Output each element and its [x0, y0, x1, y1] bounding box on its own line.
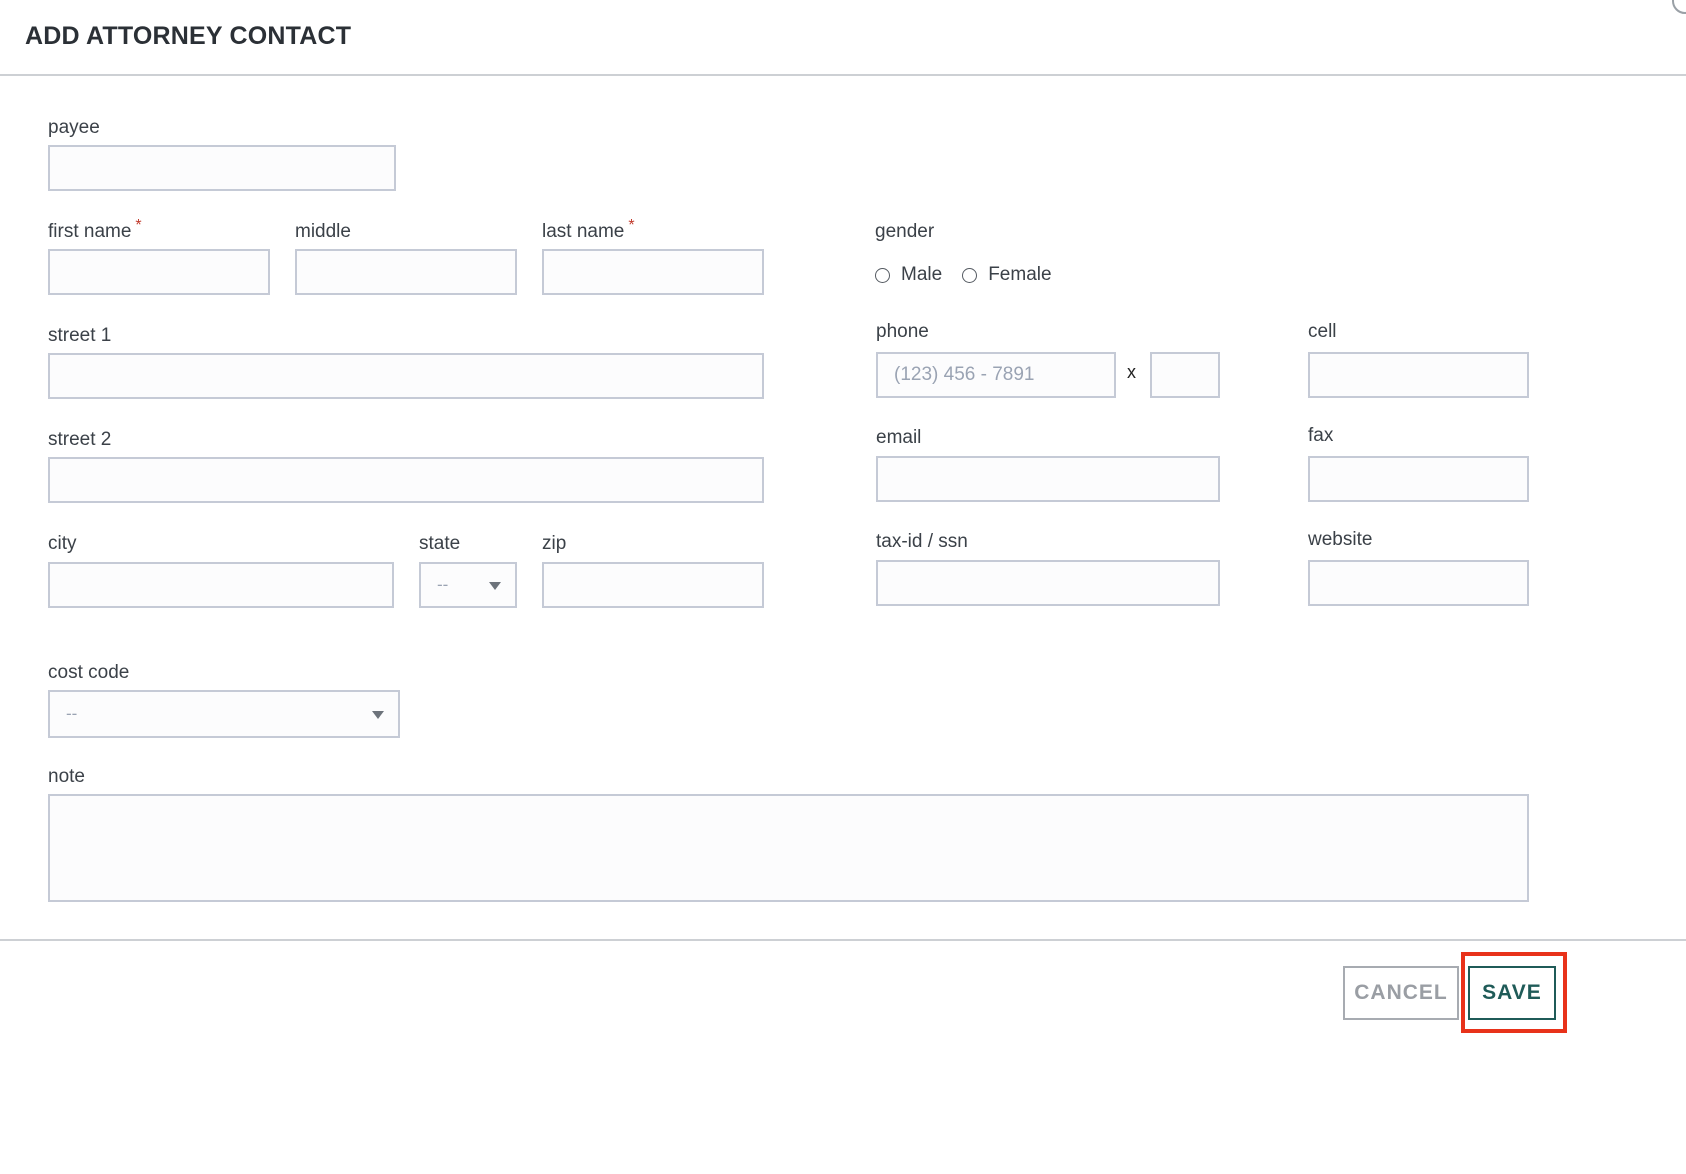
state-label: state [419, 533, 461, 554]
caret-down-icon [489, 582, 501, 590]
cell-label: cell [1308, 321, 1337, 342]
phone-input[interactable] [876, 352, 1116, 398]
gender-label: gender [875, 221, 935, 242]
last-name-input[interactable] [542, 249, 764, 295]
payee-input[interactable] [48, 145, 396, 191]
tax-id-label: tax-id / ssn [876, 531, 968, 552]
first-name-input[interactable] [48, 249, 270, 295]
gender-radio-male[interactable]: Male [875, 264, 942, 286]
note-textarea[interactable] [48, 794, 1529, 902]
phone-ext-separator: x [1127, 362, 1136, 382]
state-selected-value: -- [437, 575, 449, 594]
city-label: city [48, 533, 77, 554]
note-label: note [48, 766, 85, 787]
payee-label: payee [48, 117, 100, 138]
required-mark: * [628, 216, 635, 234]
cost-code-select[interactable]: -- [48, 690, 400, 738]
cell-input[interactable] [1308, 352, 1529, 398]
footer-divider [0, 939, 1686, 941]
caret-down-icon [372, 711, 384, 719]
dialog-title: ADD ATTORNEY CONTACT [25, 22, 352, 50]
zip-label: zip [542, 533, 567, 554]
gender-option-label: Male [901, 264, 943, 285]
required-mark: * [135, 216, 142, 234]
last-name-label: last name * [542, 216, 635, 242]
radio-circle-icon[interactable] [875, 267, 890, 283]
first-name-label: first name * [48, 216, 142, 242]
save-button[interactable]: SAVE [1468, 966, 1556, 1020]
email-input[interactable] [876, 456, 1220, 502]
fax-label: fax [1308, 425, 1334, 446]
middle-input[interactable] [295, 249, 517, 295]
website-input[interactable] [1308, 560, 1529, 606]
radio-circle-icon[interactable] [962, 267, 978, 283]
street2-label: street 2 [48, 429, 112, 450]
street1-input[interactable] [48, 353, 764, 399]
state-select[interactable]: -- [419, 562, 517, 608]
close-icon[interactable] [1672, 0, 1686, 14]
gender-radio-female[interactable]: Female [962, 264, 1052, 286]
phone-label: phone [876, 321, 929, 342]
website-label: website [1308, 529, 1373, 550]
email-label: email [876, 427, 922, 448]
gender-option-label: Female [988, 264, 1052, 285]
fax-input[interactable] [1308, 456, 1529, 502]
phone-ext-input[interactable] [1150, 352, 1220, 398]
gender-radio-group: Male Female [875, 264, 1072, 286]
header-divider [0, 74, 1686, 76]
middle-label: middle [295, 221, 351, 242]
street1-label: street 1 [48, 325, 112, 346]
street2-input[interactable] [48, 457, 764, 503]
tax-id-input[interactable] [876, 560, 1220, 606]
city-input[interactable] [48, 562, 394, 608]
cost-code-selected-value: -- [66, 704, 78, 723]
cancel-button[interactable]: CANCEL [1343, 966, 1459, 1020]
cost-code-label: cost code [48, 662, 130, 683]
zip-input[interactable] [542, 562, 764, 608]
